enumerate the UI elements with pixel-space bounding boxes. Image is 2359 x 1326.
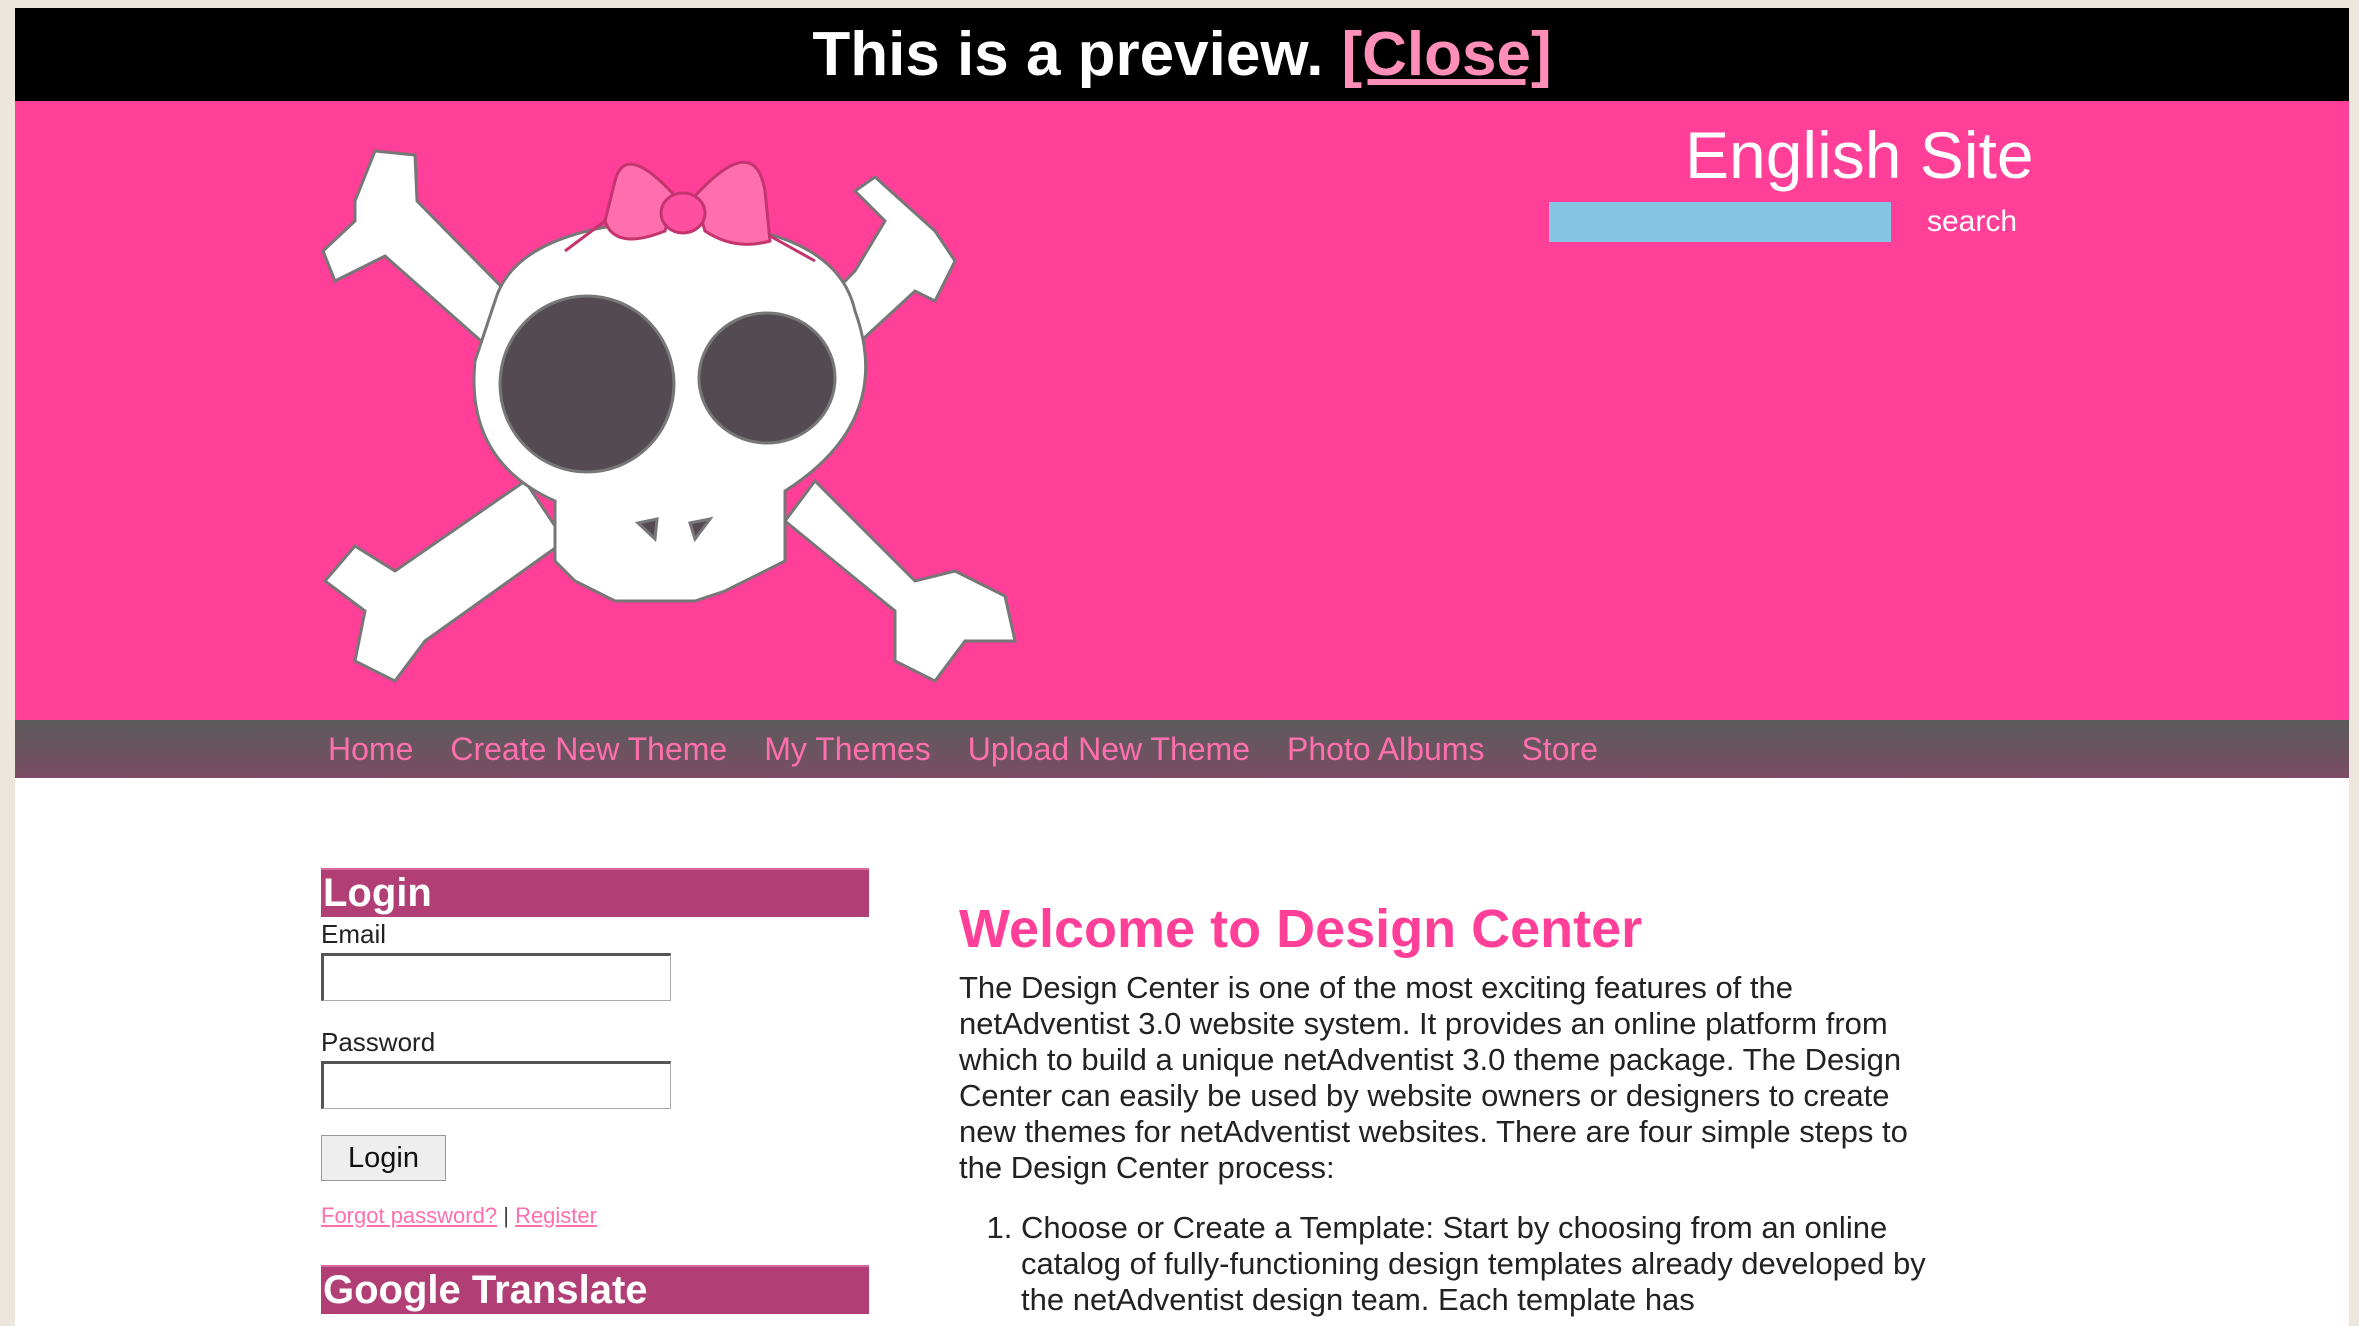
intro-paragraph: The Design Center is one of the most exc… bbox=[959, 970, 1908, 1185]
google-translate-title: Google Translate bbox=[321, 1265, 869, 1314]
main-content: Welcome to Design Center The Design Cent… bbox=[959, 898, 1959, 1318]
password-field[interactable] bbox=[321, 1061, 671, 1109]
nav-item-upload-new-theme[interactable]: Upload New Theme bbox=[968, 731, 1250, 768]
password-label: Password bbox=[321, 1027, 436, 1057]
close-preview-link[interactable]: [Close] bbox=[1342, 19, 1552, 90]
forgot-password-link[interactable]: Forgot password? bbox=[321, 1203, 497, 1228]
list-item: Choose or Create a Template: Start by ch… bbox=[1021, 1210, 1951, 1318]
login-box-title: Login bbox=[321, 868, 869, 917]
skull-logo-icon bbox=[321, 149, 1017, 683]
steps-list: Choose or Create a Template: Start by ch… bbox=[959, 1210, 1951, 1318]
bone-lower-left bbox=[322, 478, 568, 683]
nav-items: Home Create New Theme My Themes Upload N… bbox=[328, 720, 1635, 778]
email-field[interactable] bbox=[321, 953, 671, 1001]
nav-item-store[interactable]: Store bbox=[1521, 731, 1597, 768]
nav-item-home[interactable]: Home bbox=[328, 731, 413, 768]
bone-lower-right bbox=[782, 478, 1017, 683]
nav-item-create-new-theme[interactable]: Create New Theme bbox=[450, 731, 727, 768]
email-label: Email bbox=[321, 919, 387, 949]
page-title: Welcome to Design Center bbox=[959, 899, 1643, 959]
main-navigation: Home Create New Theme My Themes Upload N… bbox=[15, 720, 2349, 778]
account-links: Forgot password? | Register bbox=[321, 1203, 869, 1229]
site-title: English Site bbox=[1685, 118, 2034, 192]
search-input[interactable] bbox=[1549, 202, 1891, 242]
search-button[interactable]: search bbox=[1927, 205, 2017, 239]
nav-item-photo-albums[interactable]: Photo Albums bbox=[1287, 731, 1484, 768]
browser-page: This is a preview. [Close] English Site … bbox=[15, 8, 2349, 1326]
register-link[interactable]: Register bbox=[515, 1203, 597, 1228]
sidebar: Login Email Password Login Forgot passwo… bbox=[321, 868, 869, 1314]
login-button[interactable]: Login bbox=[321, 1135, 446, 1181]
preview-bar: This is a preview. [Close] bbox=[15, 8, 2349, 101]
site-header: English Site search bbox=[15, 101, 2349, 728]
nav-item-my-themes[interactable]: My Themes bbox=[764, 731, 931, 768]
link-separator: | bbox=[503, 1203, 509, 1228]
preview-text: This is a preview. bbox=[812, 20, 1324, 89]
